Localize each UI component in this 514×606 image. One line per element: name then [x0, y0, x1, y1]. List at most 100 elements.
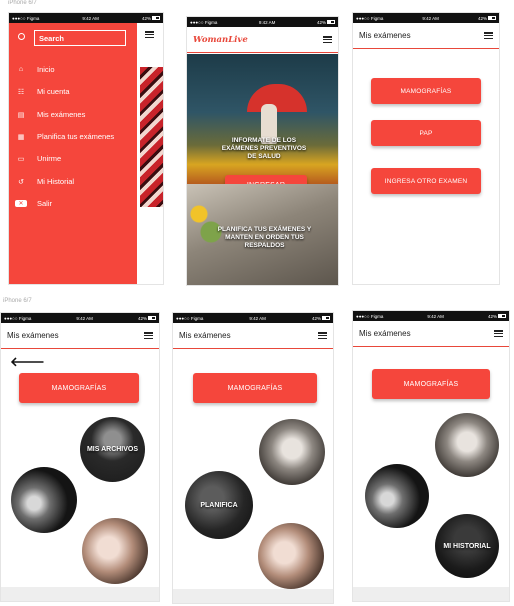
battery: 42%: [312, 316, 330, 321]
battery-icon: [148, 316, 156, 321]
status-bar: ●●●○○ Figma 9:42 AM 42%: [353, 13, 499, 23]
footer-bar: [353, 587, 509, 601]
status-bar: ●●●○○ Figma 9:42 AM 42%: [173, 313, 333, 323]
clock: 9:42 AM: [76, 315, 93, 321]
footer-bar: [173, 589, 333, 603]
mamografias-button[interactable]: MAMOGRAFÍAS: [19, 373, 139, 403]
battery: 42%: [488, 314, 506, 319]
menu-icon[interactable]: [484, 32, 493, 39]
sidebar-item-planifica[interactable]: ▦ Planifica tus exámenes: [15, 132, 114, 141]
home-icon: ⌂: [18, 66, 24, 73]
page-title: Mis exámenes: [359, 31, 411, 40]
menu-icon[interactable]: [494, 330, 503, 337]
clock: 9:42 AM: [427, 313, 444, 319]
hero-image: [187, 54, 338, 184]
page-title: Mis exámenes: [179, 331, 231, 340]
mamografias-button[interactable]: MAMOGRAFÍAS: [372, 369, 490, 399]
exit-icon: ✕: [15, 200, 27, 207]
page-title: Mis exámenes: [359, 329, 411, 338]
background-content: [137, 23, 163, 284]
sidebar-item-label: Unirme: [37, 154, 62, 163]
carrier: ●●●○○ Figma: [190, 19, 218, 25]
phone-sidebar: ●●●○○ Figma 9:42 AM 42% Search ⌂ Inicio ☷ Mi…: [8, 12, 164, 285]
sidebar-item-mi-cuenta[interactable]: ☷ Mi cuenta: [15, 87, 70, 96]
battery: 42%: [478, 16, 496, 21]
carrier: ●●●○○ Figma: [4, 315, 32, 321]
photo-circle: [82, 518, 148, 584]
mi-historial-circle[interactable]: MI HISTORIAL: [435, 514, 499, 578]
phone-mis-archivos: ●●●○○ Figma 9:42 AM 42% Mis exámenes 🡐 MAM…: [0, 312, 160, 602]
sidebar-item-label: Mis exámenes: [37, 110, 86, 119]
menu-icon[interactable]: [144, 332, 153, 339]
circle-label: MI HISTORIAL: [443, 542, 491, 550]
battery-icon: [327, 20, 335, 25]
phone-historial: ●●●○○ Figma 9:42 AM 42% Mis exámenes MAMOG…: [352, 310, 510, 602]
sidebar-item-inicio[interactable]: ⌂ Inicio: [15, 65, 55, 74]
battery: 42%: [138, 316, 156, 321]
clock: 9:42 AM: [249, 315, 266, 321]
mis-archivos-circle[interactable]: MIS ARCHIVOS: [80, 417, 145, 482]
search-icon: [18, 33, 25, 40]
app-header: Mis exámenes: [353, 321, 509, 347]
phone-exams: ●●●○○ Figma 9:42 AM 42% Mis exámenes MAMOG…: [352, 12, 500, 285]
frame-caption: iPhone 6/7: [3, 298, 32, 304]
pap-button[interactable]: PAP: [371, 120, 481, 146]
other-exam-button[interactable]: INGRESA OTRO EXAMEN: [371, 168, 481, 194]
page-title: Mis exámenes: [7, 331, 59, 340]
battery-icon: [152, 16, 160, 21]
sidebar-item-mis-examenes[interactable]: ▤ Mis exámenes: [15, 110, 86, 119]
calendar-icon: ▦: [17, 133, 25, 141]
umbrella-image: [247, 84, 307, 112]
menu-icon[interactable]: [145, 31, 154, 38]
menu-icon[interactable]: [323, 36, 332, 43]
photo-circle: [365, 464, 429, 528]
carrier: ●●●○○ Figma: [356, 313, 384, 319]
clock: 9:42 AM: [258, 19, 276, 25]
planifica-circle[interactable]: PLANIFICA: [185, 471, 253, 539]
app-header: Mis exámenes: [173, 323, 333, 349]
app-header: WomanLive: [187, 27, 338, 53]
frame-caption: iPhone 6/7: [8, 0, 37, 6]
carrier: ●●●○○ Figma: [176, 315, 204, 321]
sidebar-item-unirme[interactable]: ▭ Unirme: [15, 154, 61, 163]
card-icon: ▭: [17, 155, 25, 163]
clock: 9:42 AM: [422, 15, 439, 21]
sidebar-item-mi-historial[interactable]: ↺ Mi Historial: [15, 177, 74, 186]
sidebar-panel: Search ⌂ Inicio ☷ Mi cuenta ▤ Mis exámenes …: [9, 23, 137, 284]
account-icon: ☷: [17, 88, 25, 96]
battery-icon: [488, 16, 496, 21]
photo-circle: [258, 523, 324, 589]
phone-planifica: ●●●○○ Figma 9:42 AM 42% Mis exámenes MAMOG…: [172, 312, 334, 604]
status-bar: ●●●○○ Figma 9:42 AM 42%: [353, 311, 509, 321]
menu-icon[interactable]: [318, 332, 327, 339]
app-header: Mis exámenes: [353, 23, 499, 49]
status-bar: ●●●○○ Figma 9:42 AM 42%: [9, 13, 163, 23]
mamografias-button[interactable]: MAMOGRAFÍAS: [193, 373, 317, 403]
sidebar-item-label: Inicio: [37, 65, 55, 74]
app-header: Mis exámenes: [1, 323, 159, 349]
status-bar: ●●●○○ Figma 9:42 AM 42%: [1, 313, 159, 323]
mamografias-button[interactable]: MAMOGRAFÍAS: [371, 78, 481, 104]
photo-circle: [259, 419, 325, 485]
exams-icon: ▤: [17, 111, 25, 119]
photo-circle: [11, 467, 77, 533]
battery-icon: [322, 316, 330, 321]
sidebar-item-label: Planifica tus exámenes: [37, 132, 115, 141]
sidebar-item-salir[interactable]: ✕ Salir: [15, 199, 52, 208]
clock: 9:42 AM: [82, 15, 99, 21]
battery: 42%: [317, 20, 335, 25]
background-image: [140, 67, 163, 207]
search-input[interactable]: Search: [34, 30, 126, 46]
status-bar: ●●●○○ Figma 9:42 AM 42%: [187, 17, 338, 27]
circle-label: PLANIFICA: [200, 501, 238, 509]
history-icon: ↺: [18, 178, 24, 186]
battery: 42%: [142, 16, 160, 21]
circle-label: MIS ARCHIVOS: [86, 446, 139, 453]
battery-icon: [498, 314, 506, 319]
photo-circle: [435, 413, 499, 477]
footer-bar: [1, 587, 159, 601]
carrier: ●●●○○ Figma: [356, 15, 384, 21]
back-arrow-icon[interactable]: 🡐: [10, 355, 45, 368]
app-logo: WomanLive: [193, 34, 248, 45]
hero-text: INFORMATE DE LOS EXÁMENES PREVENTIVOS DE…: [221, 137, 307, 160]
